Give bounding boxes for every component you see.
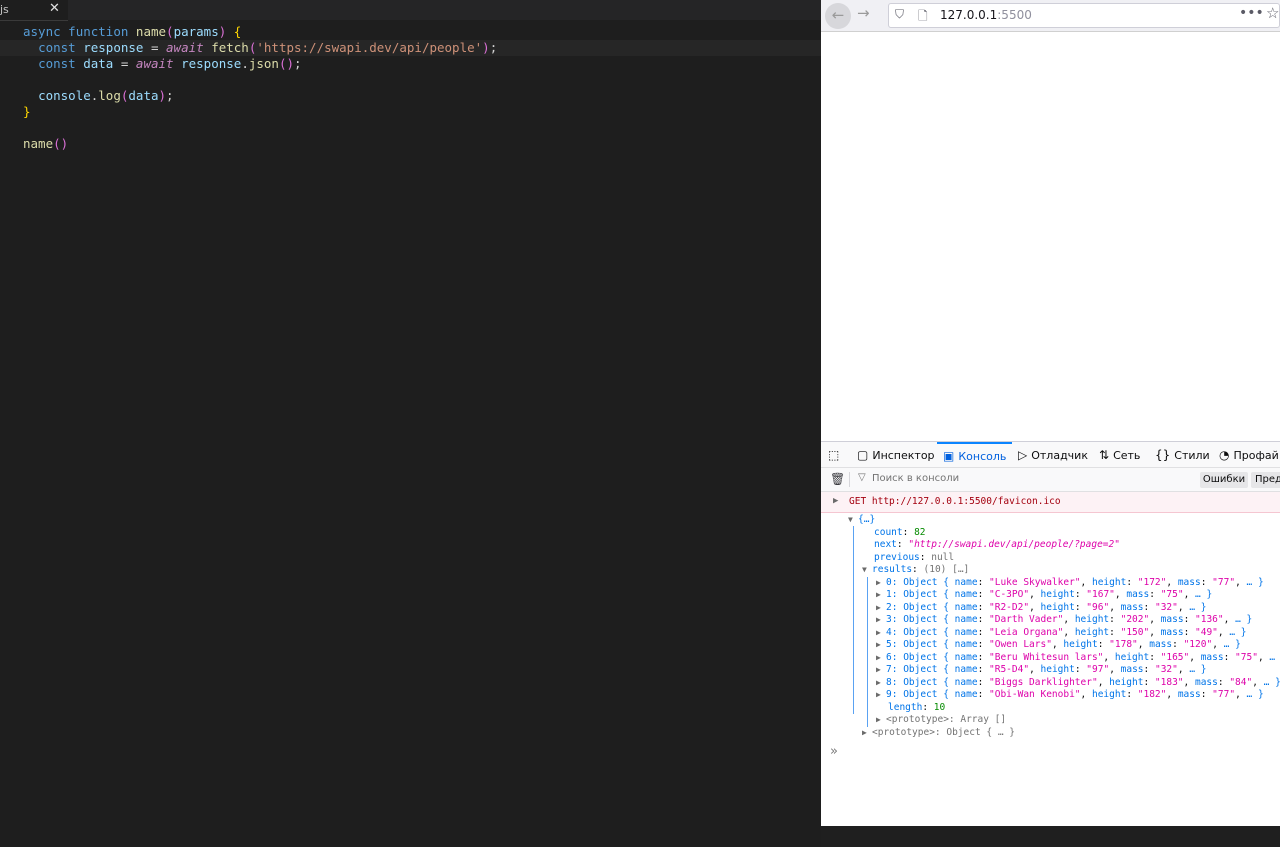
profiler-icon: ◔: [1219, 448, 1230, 462]
tab-console[interactable]: ▣ Консоль: [937, 442, 1013, 467]
expand-arrow-icon: ▶: [876, 652, 881, 662]
console-error-message[interactable]: ▶ GET http://127.0.0.1:5500/favicon.ico: [821, 492, 1280, 513]
code-editor[interactable]: js ✕ async function name(params) { const…: [0, 0, 821, 847]
back-button[interactable]: ←: [825, 3, 851, 29]
collapse-arrow-icon: ▼: [848, 515, 853, 524]
url-host: 127.0.0.1: [940, 8, 998, 22]
expand-arrow-icon: ▶: [876, 615, 881, 624]
tab-styles[interactable]: {} Стили: [1155, 442, 1210, 467]
tree-result-item[interactable]: ▶ 6: Object { name: "Beru Whitesun lars",…: [876, 652, 1280, 665]
tree-result-item[interactable]: ▶ 1: Object { name: "C-3PO", height: "167…: [876, 589, 1212, 602]
divider: [849, 472, 850, 487]
star-icon[interactable]: ☆: [1266, 4, 1279, 22]
tab-debugger[interactable]: ▷ Отладчик: [1018, 442, 1088, 467]
tree-previous: previous: null: [874, 551, 955, 563]
code-line[interactable]: [23, 120, 821, 136]
tree-proto-object[interactable]: ▶ <prototype>: Object { … }: [862, 727, 1015, 740]
error-text: GET http://127.0.0.1:5500/favicon.ico: [849, 496, 1061, 507]
tree-result-item[interactable]: ▶ 9: Object { name: "Obi-Wan Kenobi", hei…: [876, 689, 1264, 702]
browser-window: ← → ⛉ 🗋 127.0.0.1:5500 ••• ☆ ⬚ ▢ Инспекто…: [821, 0, 1280, 826]
tree-next: next: "http://swapi.dev/api/people/?page…: [874, 539, 1120, 550]
browser-toolbar: ← → ⛉ 🗋 127.0.0.1:5500 ••• ☆: [821, 0, 1280, 32]
code-line[interactable]: const response = await fetch('https://sw…: [0, 40, 821, 56]
warnings-filter-button[interactable]: Пред: [1251, 472, 1280, 488]
editor-tab-label: js: [0, 3, 9, 16]
code-area[interactable]: async function name(params) { const resp…: [0, 24, 821, 152]
debugger-icon: ▷: [1018, 448, 1028, 462]
tab-inspector[interactable]: ▢ Инспектор: [857, 442, 935, 467]
expand-arrow-icon: ▶: [876, 677, 881, 687]
forward-button[interactable]: →: [857, 4, 870, 22]
tree-proto-array[interactable]: ▶ <prototype>: Array []: [876, 714, 1006, 727]
expand-arrow-icon[interactable]: ▶: [833, 492, 838, 511]
expand-arrow-icon: ▶: [876, 627, 881, 637]
tree-guide-line: [867, 576, 868, 727]
page-icon: 🗋: [918, 9, 928, 23]
url-bar[interactable]: ⛉ 🗋 127.0.0.1:5500 ••• ☆: [888, 3, 1280, 28]
shield-icon[interactable]: ⛉: [895, 7, 904, 22]
tab-inspector-label: Инспектор: [872, 449, 935, 462]
editor-tab[interactable]: js ✕: [0, 0, 68, 21]
tree-result-item[interactable]: ▶ 7: Object { name: "R5-D4", height: "97"…: [876, 664, 1207, 677]
tree-result-item[interactable]: ▶ 8: Object { name: "Biggs Darklighter", …: [876, 677, 1280, 690]
expand-arrow-icon: ▶: [876, 602, 881, 612]
tree-root[interactable]: ▼ {…}: [848, 514, 875, 527]
network-icon: ⇅: [1099, 448, 1110, 462]
tab-console-label: Консоль: [958, 450, 1007, 463]
tree-result-item[interactable]: ▶ 2: Object { name: "R2-D2", height: "96"…: [876, 602, 1207, 615]
code-line[interactable]: const data = await response.json();: [23, 56, 821, 72]
close-icon[interactable]: ✕: [49, 1, 60, 16]
tree-result-item[interactable]: ▶ 4: Object { name: "Leia Organa", height…: [876, 627, 1247, 640]
expand-arrow-icon: ▶: [876, 715, 881, 724]
filter-icon: ▽: [858, 472, 866, 483]
url-text[interactable]: 127.0.0.1:5500: [940, 8, 1032, 22]
tree-results[interactable]: ▼ results: (10) […]: [862, 564, 969, 577]
pick-element-button[interactable]: ⬚: [828, 442, 843, 467]
url-port: :5500: [997, 8, 1032, 22]
expand-arrow-icon: ▶: [876, 640, 881, 649]
tree-guide-line: [853, 526, 854, 714]
devtools-panel: ⬚ ▢ Инспектор ▣ Консоль ▷ Отладчик ⇅ Сеть {}…: [821, 441, 1280, 826]
editor-tab-bar: js ✕: [0, 0, 821, 21]
expand-arrow-icon: ▶: [876, 690, 881, 699]
expand-arrow-icon: ▶: [876, 577, 881, 587]
console-input-prompt[interactable]: »: [830, 744, 838, 759]
styles-icon: {}: [1155, 448, 1171, 462]
code-line[interactable]: [23, 72, 821, 88]
console-filter-bar: 🗑 ▽ Поиск в консоли Ошибки Пред: [821, 468, 1280, 492]
tree-count: count: 82: [874, 526, 926, 538]
tab-network-label: Сеть: [1113, 449, 1141, 462]
code-line[interactable]: name(): [23, 136, 821, 152]
expand-arrow-icon: ▶: [876, 590, 881, 599]
inspector-icon: ▢: [857, 448, 869, 462]
arrow-right-icon: →: [857, 4, 870, 22]
code-line[interactable]: async function name(params) {: [23, 24, 821, 40]
tab-network[interactable]: ⇅ Сеть: [1099, 442, 1140, 467]
collapse-arrow-icon: ▼: [862, 565, 867, 574]
pick-element-icon: ⬚: [828, 448, 840, 462]
arrow-left-icon: ←: [831, 6, 845, 24]
code-line[interactable]: console.log(data);: [23, 88, 821, 104]
expand-arrow-icon: ▶: [876, 665, 881, 674]
console-icon: ▣: [943, 449, 955, 463]
tree-result-item[interactable]: ▶ 0: Object { name: "Luke Skywalker", hei…: [876, 577, 1264, 590]
errors-filter-button[interactable]: Ошибки: [1200, 472, 1248, 488]
tab-profiler[interactable]: ◔ Профай: [1219, 442, 1279, 467]
console-search-input[interactable]: Поиск в консоли: [872, 473, 959, 484]
tab-debugger-label: Отладчик: [1031, 449, 1088, 462]
expand-arrow-icon: ▶: [862, 727, 867, 737]
tab-styles-label: Стили: [1174, 449, 1210, 462]
tree-result-item[interactable]: ▶ 5: Object { name: "Owen Lars", height: …: [876, 639, 1241, 652]
tab-profiler-label: Профай: [1233, 449, 1279, 462]
more-icon[interactable]: •••: [1239, 5, 1264, 21]
code-line[interactable]: }: [23, 104, 821, 120]
tree-result-item[interactable]: ▶ 3: Object { name: "Darth Vader", height…: [876, 614, 1252, 627]
devtools-tab-bar: ⬚ ▢ Инспектор ▣ Консоль ▷ Отладчик ⇅ Сеть {}…: [821, 442, 1280, 468]
trash-icon[interactable]: 🗑: [830, 472, 845, 486]
tree-length: length: 10: [888, 701, 946, 713]
